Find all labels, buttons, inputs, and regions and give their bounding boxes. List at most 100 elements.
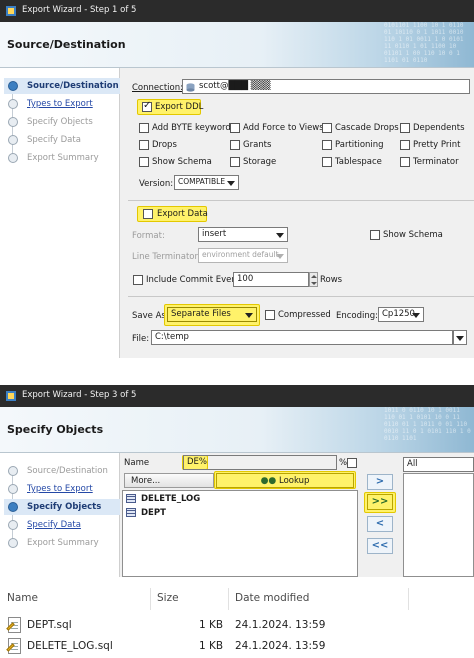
page-banner: Source/Destination 0101101 1100 10 1 011… — [0, 22, 474, 68]
file-size: 1 KB — [199, 619, 224, 631]
save-as-select[interactable]: Separate Files — [167, 307, 257, 322]
step-source-destination[interactable]: Source/Destination — [4, 78, 120, 94]
step-label: Types to Export — [27, 484, 93, 494]
section-divider — [128, 200, 474, 201]
table-icon — [126, 494, 136, 503]
step-label: Source/Destination — [27, 466, 108, 476]
list-item[interactable]: DEPT — [126, 507, 354, 520]
selected-objects-list[interactable] — [403, 473, 474, 577]
chevron-down-icon — [276, 254, 284, 259]
tablespace-checkbox[interactable] — [322, 157, 332, 167]
name-filter-input[interactable]: DE% — [183, 455, 337, 470]
step-types-to-export[interactable]: Types to Export — [4, 96, 120, 112]
column-header-date-modified[interactable]: Date modified — [235, 592, 309, 604]
step-source-destination: Source/Destination — [4, 463, 120, 479]
compressed-label: Compressed — [278, 310, 331, 320]
export-data-checkbox[interactable] — [143, 209, 153, 219]
show-schema-data-checkbox[interactable] — [370, 230, 380, 240]
chevron-down-icon — [245, 313, 253, 318]
step-label: Specify Objects — [27, 502, 102, 512]
available-objects-list[interactable]: DELETE_LOG DEPT — [122, 490, 358, 577]
step-label: Specify Data — [27, 135, 81, 145]
page-title: Source/Destination — [7, 38, 126, 51]
list-item[interactable]: DELETE_LOG — [126, 493, 354, 506]
file-date: 24.1.2024. 13:59 — [235, 640, 326, 652]
file-name: DELETE_LOG.sql — [27, 640, 113, 652]
chevron-down-icon — [456, 336, 464, 341]
column-separator[interactable] — [228, 588, 229, 610]
move-all-left-button[interactable]: << — [367, 538, 393, 554]
file-path-input[interactable]: C:\temp — [151, 330, 453, 345]
export-wizard-step3-window: Export Wizard - Step 3 of 5 Specify Obje… — [0, 385, 474, 577]
step-types-to-export[interactable]: Types to Export — [4, 481, 120, 497]
step-specify-data[interactable]: Specify Data — [4, 517, 120, 533]
column-header-name[interactable]: Name — [7, 592, 38, 604]
terminator-checkbox[interactable] — [400, 157, 410, 167]
show-schema-ddl-checkbox[interactable] — [139, 157, 149, 167]
move-all-right-button[interactable]: >> — [367, 494, 393, 510]
commit-rows-stepper[interactable] — [309, 272, 318, 287]
step-label: Specify Objects — [27, 117, 93, 127]
wizard-steps-panel: Source/Destination Types to Export Speci… — [0, 453, 120, 577]
table-icon — [126, 508, 136, 517]
step-export-summary: Export Summary — [4, 150, 120, 166]
export-ddl-checkbox[interactable] — [142, 100, 152, 112]
cascade-drops-checkbox[interactable] — [322, 123, 332, 133]
version-select[interactable]: COMPATIBLE — [174, 175, 239, 190]
dependents-label: Dependents — [413, 123, 465, 133]
step-label: Specify Data — [27, 520, 81, 530]
add-byte-keyword-checkbox[interactable] — [139, 123, 149, 133]
selected-filter-select[interactable]: All — [403, 457, 474, 472]
include-commit-checkbox[interactable] — [133, 275, 143, 285]
step-node-icon — [8, 153, 18, 163]
commit-rows-input[interactable]: 100 — [233, 272, 309, 287]
column-separator[interactable] — [150, 588, 151, 610]
step-node-icon — [8, 81, 18, 91]
pretty-print-checkbox[interactable] — [400, 140, 410, 150]
percent-label: % — [339, 458, 348, 468]
add-byte-keyword-label: Add BYTE keyword — [152, 123, 231, 133]
title-bar: Export Wizard - Step 3 of 5 — [0, 385, 474, 407]
percent-checkbox[interactable] — [347, 458, 357, 468]
file-row[interactable]: DELETE_LOG.sql 1 KB 24.1.2024. 13:59 — [0, 637, 474, 657]
column-separator[interactable] — [408, 588, 409, 610]
step-node-icon — [8, 538, 18, 548]
partitioning-checkbox[interactable] — [322, 140, 332, 150]
format-select[interactable]: insert — [198, 227, 288, 242]
save-as-value: Separate Files — [171, 309, 231, 319]
encoding-select[interactable]: Cp1250 — [378, 307, 424, 322]
lookup-button[interactable]: ●● Lookup — [216, 473, 354, 488]
export-data-label: Export Data — [157, 209, 208, 219]
window-title: Export Wizard - Step 1 of 5 — [22, 5, 137, 15]
add-force-to-views-checkbox[interactable] — [230, 123, 240, 133]
terminator-label: Terminator — [413, 157, 459, 167]
drops-checkbox[interactable] — [139, 140, 149, 150]
step-specify-objects[interactable]: Specify Objects — [4, 499, 120, 515]
move-left-button[interactable]: < — [367, 516, 393, 532]
chevron-down-icon — [227, 181, 235, 186]
compressed-checkbox[interactable] — [265, 310, 275, 320]
export-wizard-step1-window: Export Wizard - Step 1 of 5 Source/Desti… — [0, 0, 474, 358]
dependents-checkbox[interactable] — [400, 123, 410, 133]
more-button[interactable]: More... — [124, 473, 214, 488]
move-right-button[interactable]: > — [367, 474, 393, 490]
page-title: Specify Objects — [7, 423, 104, 436]
connection-select[interactable]: scott@███ ▒▒▒ — [182, 79, 470, 94]
file-explorer-list: Name Size Date modified DEPT.sql 1 KB 24… — [0, 584, 474, 658]
grants-checkbox[interactable] — [230, 140, 240, 150]
file-path-dropdown[interactable] — [453, 330, 467, 345]
title-bar: Export Wizard - Step 1 of 5 — [0, 0, 474, 22]
encoding-value: Cp1250 — [382, 309, 415, 319]
file-label: File: — [132, 334, 150, 344]
database-icon — [186, 83, 195, 92]
window-title: Export Wizard - Step 3 of 5 — [22, 390, 137, 400]
storage-checkbox[interactable] — [230, 157, 240, 167]
pretty-print-label: Pretty Print — [413, 140, 461, 150]
file-row[interactable]: DEPT.sql 1 KB 24.1.2024. 13:59 — [0, 616, 474, 636]
column-header-size[interactable]: Size — [157, 592, 179, 604]
version-label: Version: — [139, 179, 174, 189]
step-specify-data: Specify Data — [4, 132, 120, 148]
name-label: Name — [124, 458, 150, 468]
line-terminator-select[interactable]: environment default — [198, 248, 288, 263]
rows-label: Rows — [320, 275, 343, 285]
